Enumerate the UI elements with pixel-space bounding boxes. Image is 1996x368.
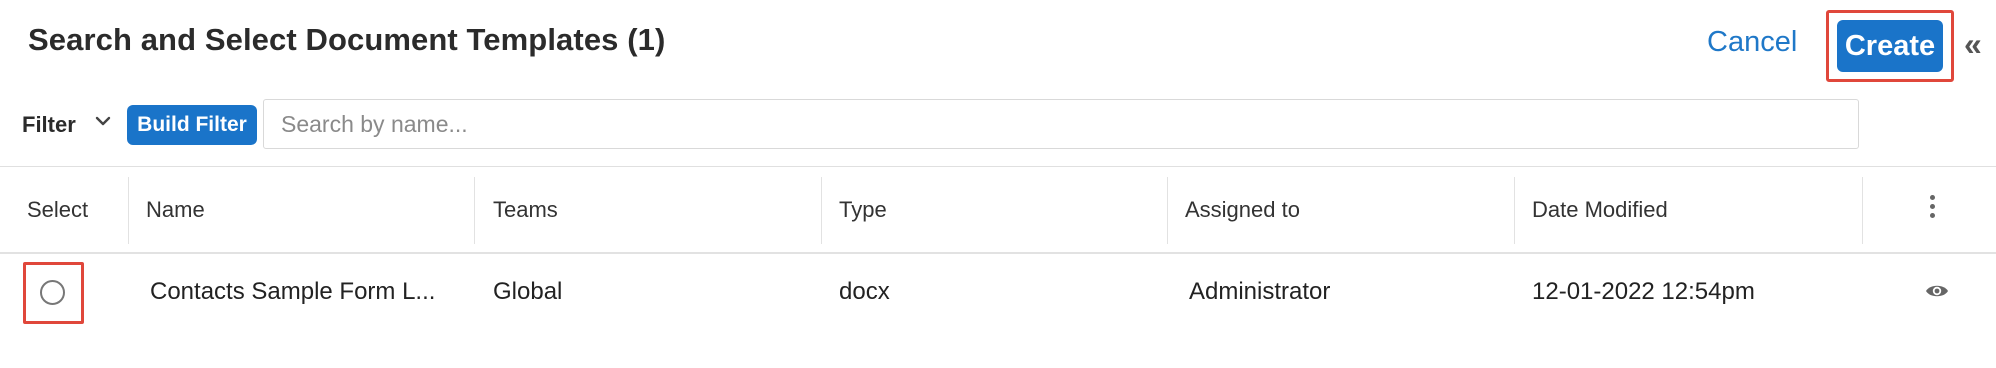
select-radio[interactable] — [40, 280, 65, 305]
column-header-name[interactable]: Name — [146, 197, 205, 223]
cell-date-modified: 12-01-2022 12:54pm — [1532, 278, 1755, 305]
table-header-row: Select Name Teams Type Assigned to Date … — [0, 167, 1996, 252]
search-input[interactable] — [263, 99, 1859, 149]
double-chevron-left-icon[interactable]: « — [1964, 26, 1982, 63]
column-divider — [1514, 177, 1515, 244]
column-divider — [128, 177, 129, 244]
cell-type: docx — [839, 278, 890, 305]
chevron-down-icon[interactable] — [92, 110, 114, 132]
create-button[interactable]: Create — [1837, 20, 1943, 72]
cell-name[interactable]: Contacts Sample Form L... — [150, 278, 435, 306]
column-header-date-modified[interactable]: Date Modified — [1532, 197, 1668, 223]
filter-dropdown[interactable]: Filter — [22, 112, 76, 138]
cancel-button[interactable]: Cancel — [1707, 26, 1797, 59]
table-row[interactable]: Contacts Sample Form L... Global docx Ad… — [0, 254, 1996, 328]
column-divider — [1862, 177, 1863, 244]
dialog-header: Search and Select Document Templates (1)… — [0, 0, 1996, 92]
column-header-assigned-to[interactable]: Assigned to — [1185, 197, 1300, 223]
kebab-menu-icon[interactable] — [1928, 195, 1936, 223]
build-filter-button[interactable]: Build Filter — [127, 105, 257, 145]
cell-teams: Global — [493, 278, 563, 305]
column-header-teams[interactable]: Teams — [493, 197, 558, 223]
column-divider — [474, 177, 475, 244]
eye-icon[interactable] — [1925, 282, 1949, 300]
page-title: Search and Select Document Templates (1) — [28, 22, 666, 57]
select-radio-highlight — [23, 262, 84, 324]
column-header-type[interactable]: Type — [839, 197, 887, 223]
column-divider — [821, 177, 822, 244]
column-header-select: Select — [27, 197, 89, 222]
column-divider — [1167, 177, 1168, 244]
cell-assigned-to: Administrator — [1189, 278, 1331, 305]
filter-bar: Filter Build Filter — [0, 92, 1996, 168]
create-button-highlight: Create — [1826, 10, 1954, 82]
